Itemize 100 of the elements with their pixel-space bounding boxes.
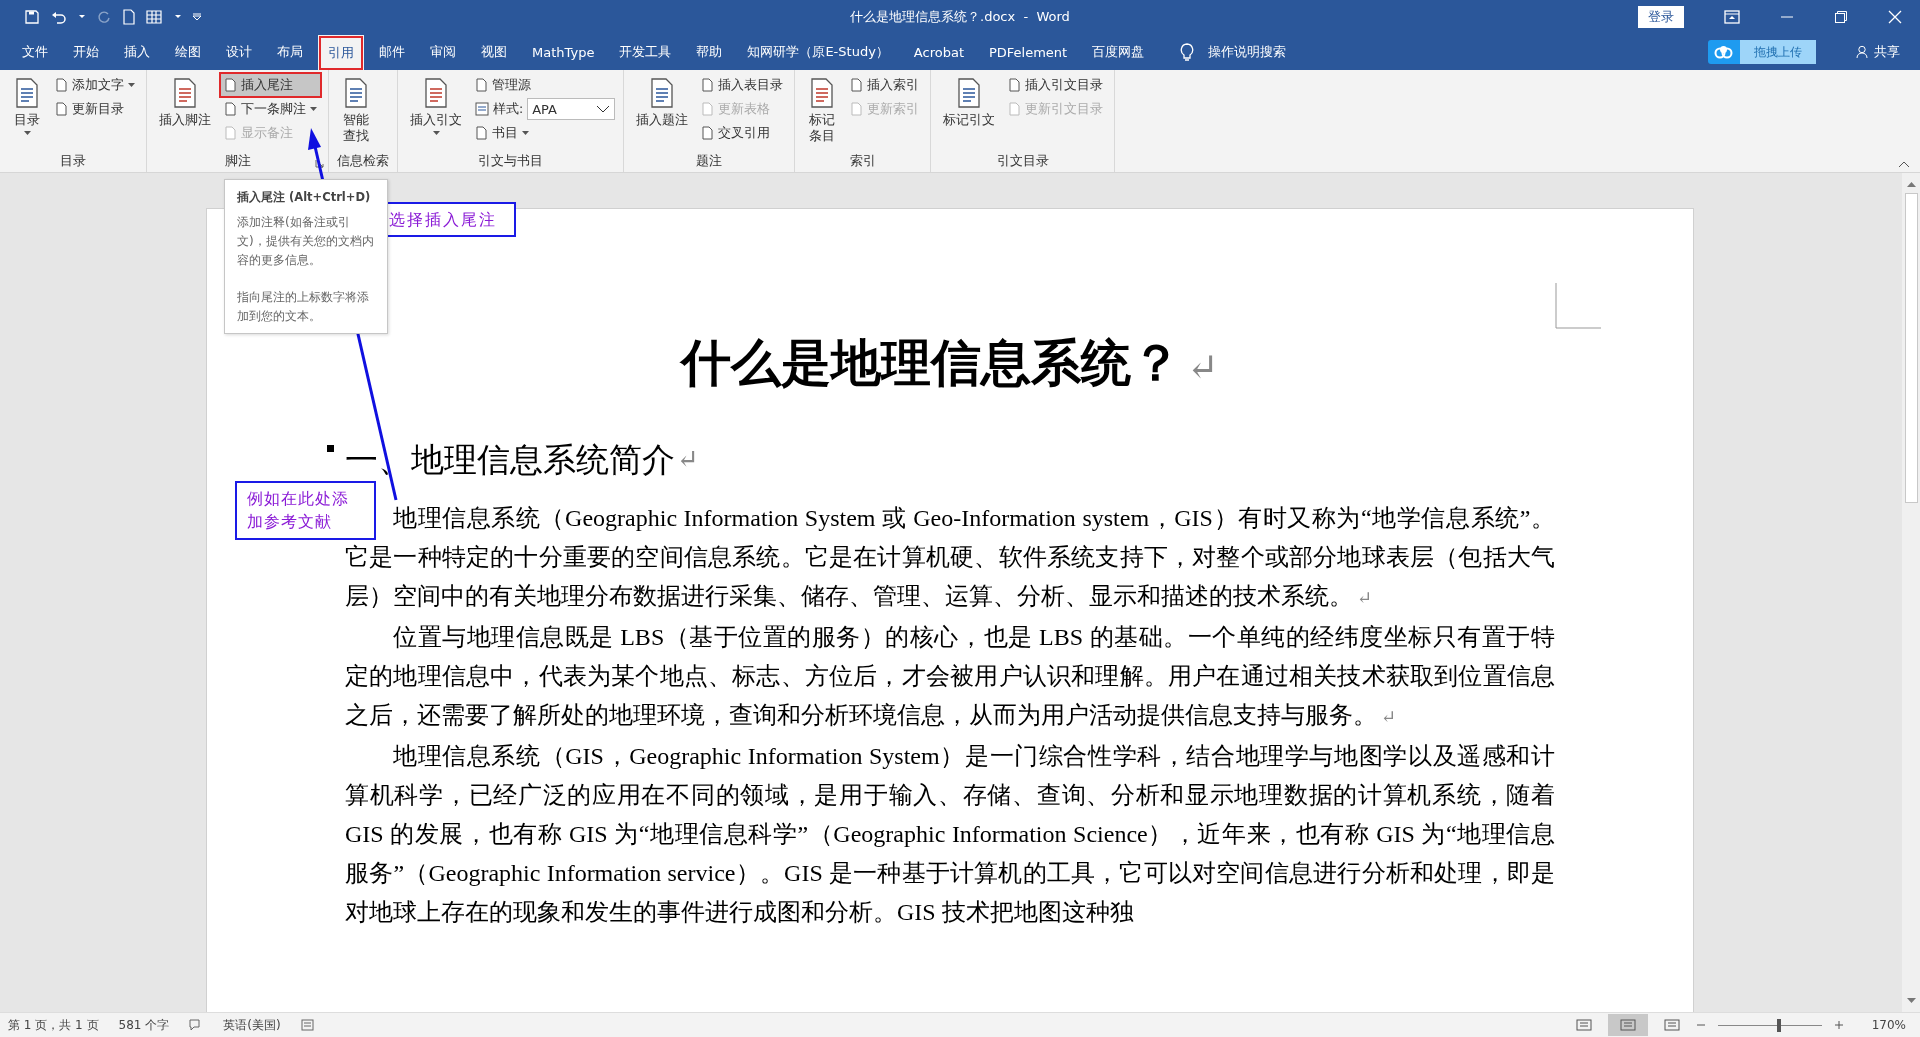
corner-mark [1555, 283, 1601, 329]
ribbon-button[interactable]: 添加文字 [52, 74, 138, 96]
caret-icon [522, 131, 529, 135]
ribbon-button[interactable]: 插入索引 [847, 74, 923, 96]
ribbon-button[interactable]: 插入表目录 [698, 74, 787, 96]
save-icon[interactable] [24, 9, 40, 25]
tooltip-title: 插入尾注 (Alt+Ctrl+D) [237, 189, 372, 206]
style-dropdown[interactable]: APA [527, 98, 616, 120]
zoom-in-icon[interactable] [1833, 1020, 1844, 1030]
login-button[interactable]: 登录 [1638, 6, 1684, 28]
ribbon-button[interactable]: 标记条目 [803, 74, 842, 150]
ribbon-button[interactable]: 下一条脚注 [221, 98, 320, 120]
ribbon-button[interactable]: 交叉引用 [698, 122, 787, 144]
ribbon-button[interactable]: 插入题注 [632, 74, 693, 150]
style-icon [475, 102, 489, 116]
redo-icon[interactable] [96, 9, 112, 25]
page-icon [224, 102, 237, 116]
ribbon-tab[interactable]: 设计 [216, 37, 262, 67]
section-heading: 一、地理信息系统简介 [345, 441, 675, 480]
table-icon[interactable] [146, 9, 164, 25]
person-icon [1856, 45, 1870, 59]
ribbon-button[interactable]: 书目 [472, 122, 616, 144]
ribbon-button[interactable]: 插入引文 [406, 74, 466, 150]
ribbon-tab[interactable]: 开发工具 [609, 37, 682, 67]
customize-icon[interactable] [192, 13, 202, 21]
caret-icon [128, 83, 135, 87]
caret-icon[interactable] [174, 14, 182, 20]
maximize-icon[interactable] [1834, 10, 1848, 24]
group-label: 题注 [696, 152, 723, 170]
collapse-ribbon-icon[interactable] [1898, 161, 1910, 168]
ribbon-tab[interactable]: 文件 [12, 37, 58, 67]
group-label: 引文目录 [996, 152, 1049, 170]
tooltip-text: 添加注释(如备注或引文)，提供有关您的文档内容的更多信息。 [237, 214, 375, 269]
ribbon-tab[interactable]: 审阅 [420, 37, 466, 67]
document-title: 什么是地理信息系统？ [681, 335, 1182, 391]
ribbon-tab[interactable]: 邮件 [369, 37, 415, 67]
cloud-icon [1714, 45, 1734, 59]
caret-icon [596, 105, 611, 113]
style-label: 样式: [493, 100, 524, 118]
ribbon-button[interactable]: 更新目录 [52, 98, 138, 120]
search-field[interactable]: 操作说明搜索 [1208, 43, 1287, 61]
caret-icon[interactable] [78, 14, 86, 20]
ribbon-button[interactable]: 插入脚注 [155, 74, 215, 150]
undo-icon[interactable] [50, 9, 68, 25]
ribbon-button[interactable]: 插入尾注 [221, 74, 320, 96]
ribbon-tab[interactable]: 知网研学（原E-Study） [737, 37, 899, 67]
view-button[interactable] [1607, 1014, 1648, 1036]
ribbon-tab[interactable]: 插入 [114, 37, 160, 67]
body-paragraph: 位置与地理信息既是 LBS（基于位置的服务）的核心，也是 LBS 的基础。一个单纯的经纬度坐标只有置于特定的地理信息中，代表为某个地点、标志、方位后，才会被用户认识和理解。用户在通过相关技术获取到位置信息之后，还需要了解所处的地理环境，查询和分析环境信息，从而为用户活动提供信息支持与服务。 ↵ [345, 623, 1555, 730]
paragraph-mark: ↵ [1187, 346, 1219, 388]
ribbon-tab[interactable]: 开始 [63, 37, 109, 67]
ribbon-button[interactable]: 标记引文 [939, 74, 1000, 150]
lightbulb-icon [1180, 43, 1195, 61]
page-view-icon [1663, 1019, 1680, 1031]
page-icon [475, 78, 488, 92]
ribbon-tab[interactable]: 百度网盘 [1082, 37, 1155, 67]
share-button[interactable]: 共享 [1856, 43, 1900, 61]
ribbon-tab[interactable]: MathType [522, 38, 605, 66]
annotation-label: 例如在此处添加参考文献 [235, 481, 376, 540]
page-view-icon [1619, 1019, 1636, 1031]
ribbon-tab[interactable]: 引用 [318, 35, 364, 71]
page-view-icon [1575, 1019, 1592, 1031]
ribbon-tab[interactable]: PDFelement [979, 38, 1078, 66]
close-icon[interactable] [1888, 10, 1902, 24]
ribbon-button[interactable]: 管理源 [472, 74, 616, 96]
page-icon [224, 126, 237, 140]
page-icon [1008, 102, 1022, 116]
ribbon-tab[interactable]: 布局 [267, 37, 313, 67]
ribbon-button[interactable]: 智能查找 [337, 74, 375, 150]
window-title: 什么是地理信息系统？.docx - Word [850, 8, 1070, 26]
scrollbar-thumb[interactable] [1904, 193, 1918, 503]
dialog-launcher-icon[interactable] [315, 159, 324, 168]
macro-icon[interactable] [300, 1019, 314, 1031]
page-icon [475, 126, 488, 140]
caret-icon [310, 107, 317, 111]
caret-icon [432, 130, 440, 135]
page-icon [850, 78, 864, 92]
bullet-icon [327, 445, 334, 452]
page-icon [55, 102, 68, 116]
scroll-down-icon[interactable] [1906, 998, 1916, 1004]
page-icon [224, 78, 237, 92]
new-document-icon[interactable] [122, 9, 136, 25]
ribbon-tab[interactable]: 视图 [471, 37, 517, 67]
zoom-level[interactable]: 170% [1871, 1018, 1906, 1032]
language-status[interactable]: 英语(美国) [223, 1016, 281, 1034]
ribbon-tab[interactable]: Acrobat [903, 38, 974, 66]
word-count[interactable]: 581 个字 [118, 1016, 170, 1034]
page-icon [1008, 78, 1022, 92]
group-label: 信息检索 [337, 152, 389, 170]
upload-button[interactable]: 拖拽上传 [1708, 40, 1816, 64]
ribbon-display-icon[interactable] [1724, 10, 1740, 24]
ribbon-tab[interactable]: 帮助 [686, 37, 733, 67]
ribbon-button[interactable]: 目录 [8, 74, 46, 150]
vertical-scrollbar[interactable] [1902, 173, 1920, 1012]
page-count[interactable]: 第 1 页，共 1 页 [8, 1016, 99, 1034]
ribbon-button[interactable]: 插入引文目录 [1005, 74, 1107, 96]
group-label: 目录 [60, 152, 86, 170]
ribbon-tab[interactable]: 绘图 [165, 37, 211, 67]
group-label: 引文与书目 [478, 152, 544, 170]
scroll-up-icon[interactable] [1906, 181, 1916, 187]
